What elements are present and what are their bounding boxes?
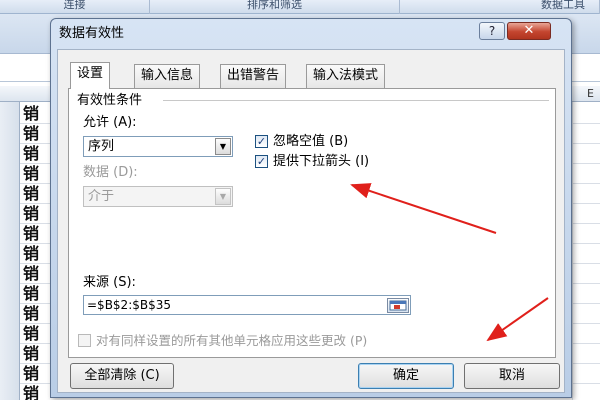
validation-criteria-heading: 有效性条件 <box>77 93 143 108</box>
cell-text[interactable]: 销 <box>23 285 39 303</box>
cell-text[interactable]: 销 <box>23 105 39 123</box>
range-picker-button[interactable] <box>387 298 409 313</box>
ribbon-group-labels: 连接 排序和筛选 数据工具 <box>0 0 600 14</box>
cell-text[interactable]: 销 <box>23 325 39 343</box>
source-input[interactable]: =$B$2:$B$35 <box>83 295 411 315</box>
data-label: 数据 (D): <box>83 165 138 180</box>
settings-panel: 有效性条件 允许 (A): 序列 ▼ 数据 (D): 介于 ▼ ✓ 忽略空值 (… <box>68 88 556 358</box>
tab-ime-mode[interactable]: 输入法模式 <box>306 64 386 88</box>
ribbon-group-sort-filter[interactable]: 排序和筛选 <box>150 0 400 14</box>
allow-select-value: 序列 <box>88 139 115 154</box>
cell-text[interactable]: 销 <box>23 365 39 383</box>
chevron-down-icon: ▼ <box>215 188 231 205</box>
cell-text[interactable]: 销 <box>23 145 39 163</box>
tab-input-message[interactable]: 输入信息 <box>134 64 201 88</box>
data-validation-dialog: 数据有效性 ? ✕ 设置 输入信息 出错警告 输入法模式 有效性条件 允许 (A… <box>50 18 572 398</box>
cell-text[interactable]: 销 <box>23 125 39 143</box>
collapse-dialog-icon <box>389 300 407 311</box>
close-icon: ✕ <box>523 23 535 38</box>
allow-label: 允许 (A): <box>83 115 137 130</box>
close-button[interactable]: ✕ <box>507 22 551 40</box>
column-header-e[interactable]: E <box>587 86 594 102</box>
cell-text[interactable]: 销 <box>23 165 39 183</box>
row-header-strip <box>0 102 20 400</box>
source-label: 来源 (S): <box>83 275 136 290</box>
dialog-title: 数据有效性 <box>59 26 125 41</box>
data-select-value: 介于 <box>88 189 115 204</box>
dialog-titlebar[interactable]: 数据有效性 ? ✕ <box>51 19 571 49</box>
clear-all-button[interactable]: 全部清除 (C) <box>70 363 174 389</box>
cell-text[interactable]: 销 <box>23 265 39 283</box>
cell-text[interactable]: 销 <box>23 225 39 243</box>
ignore-blank-label[interactable]: 忽略空值 (B) <box>273 134 348 150</box>
apply-to-all-checkbox <box>78 334 91 347</box>
ok-button[interactable]: 确定 <box>358 363 454 389</box>
chevron-down-icon[interactable]: ▼ <box>215 138 231 155</box>
ribbon-group-data-tools[interactable]: 数据工具 <box>400 0 600 14</box>
data-select: 介于 ▼ <box>83 186 233 207</box>
apply-to-all-label: 对有同样设置的所有其他单元格应用这些更改 (P) <box>96 333 368 348</box>
tab-settings[interactable]: 设置 <box>70 62 111 89</box>
dialog-body: 设置 输入信息 出错警告 输入法模式 有效性条件 允许 (A): 序列 ▼ 数据… <box>57 49 565 393</box>
ribbon-group-connections[interactable]: 连接 <box>0 0 150 14</box>
help-button[interactable]: ? <box>479 22 505 40</box>
cell-text[interactable]: 销 <box>23 245 39 263</box>
tab-error-alert[interactable]: 出错警告 <box>220 64 287 88</box>
column-gridline <box>572 102 573 400</box>
in-cell-dropdown-checkbox[interactable]: ✓ <box>255 155 268 168</box>
cell-text[interactable]: 销 <box>23 305 39 323</box>
in-cell-dropdown-label[interactable]: 提供下拉箭头 (I) <box>273 154 369 170</box>
cancel-button[interactable]: 取消 <box>464 363 560 389</box>
cell-text[interactable]: 销 <box>23 385 39 400</box>
group-divider <box>163 100 549 101</box>
cell-text[interactable]: 销 <box>23 345 39 363</box>
ignore-blank-checkbox[interactable]: ✓ <box>255 135 268 148</box>
cell-text[interactable]: 销 <box>23 205 39 223</box>
cell-text[interactable]: 销 <box>23 185 39 203</box>
allow-select[interactable]: 序列 ▼ <box>83 136 233 157</box>
